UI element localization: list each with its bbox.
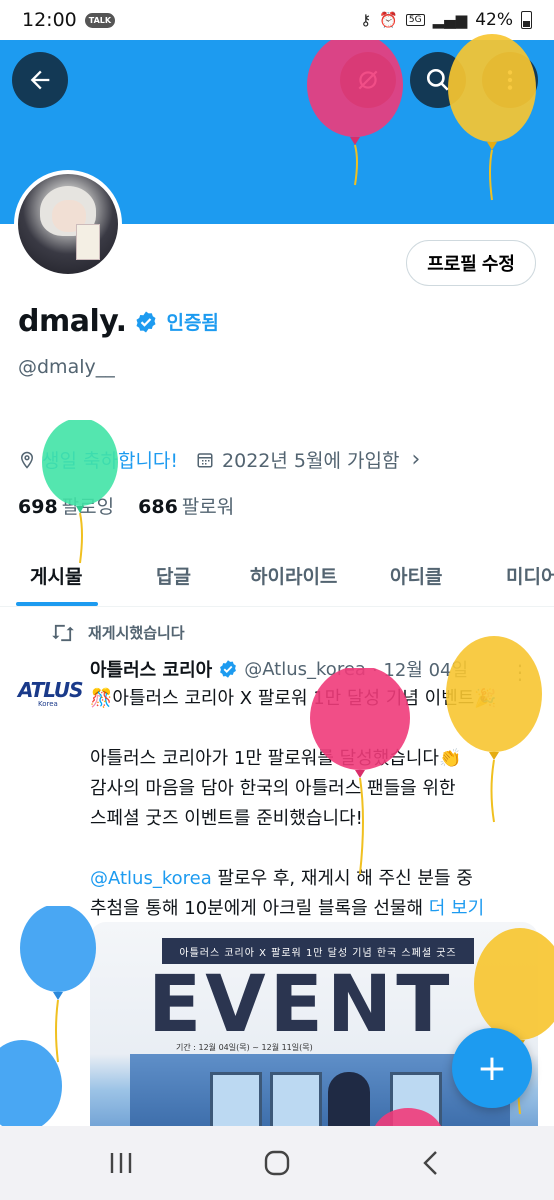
recent-apps-button[interactable]: [96, 1140, 146, 1186]
repost-icon: [52, 624, 74, 641]
edit-profile-button[interactable]: 프로필 수정: [406, 240, 536, 286]
tweet-author-name[interactable]: 아틀러스 코리아: [90, 656, 212, 682]
tweet-line-text: 추첨을 통해 10분에게 아크릴 블록을 선물해: [90, 898, 424, 919]
alarm-icon: ⏰: [379, 11, 398, 29]
back-chevron-icon: [423, 1151, 437, 1175]
system-navigation-bar: [0, 1126, 554, 1200]
tab-highlights[interactable]: 하이라이트: [250, 562, 337, 589]
battery-icon: [521, 11, 532, 29]
tab-posts[interactable]: 게시물: [30, 562, 82, 589]
network-type-icon: 5G: [405, 14, 425, 26]
location-pin-icon: [20, 451, 34, 469]
media-event-title: EVENT: [148, 960, 454, 1050]
tab-articles[interactable]: 아티클: [390, 562, 442, 589]
balloon-yellow-decoration: [446, 636, 542, 823]
tab-replies[interactable]: 답글: [156, 562, 191, 589]
verified-badge-icon[interactable]: [134, 310, 158, 334]
joined-date: 2022년 5월에 가입함: [222, 450, 400, 472]
balloon-pink-decoration: [307, 40, 403, 186]
followers-label: 팔로워: [181, 496, 235, 518]
compose-post-button[interactable]: +: [452, 1028, 532, 1108]
arrow-left-icon: [30, 70, 50, 90]
home-icon: [264, 1150, 290, 1176]
display-name: dmaly.: [18, 304, 127, 339]
balloon-yellow-decoration: [448, 34, 536, 201]
profile-handle: @dmaly__: [18, 356, 115, 378]
balloon-green-decoration: [42, 420, 118, 564]
repost-label: 재게시했습니다: [88, 624, 185, 642]
verified-label[interactable]: 인증됨: [166, 308, 218, 335]
battery-percent: 42%: [475, 10, 513, 30]
media-period: 기간 : 12월 04일(목) ~ 12월 11일(목): [176, 1043, 313, 1052]
followers-stat[interactable]: 686 팔로워: [138, 492, 234, 519]
repost-indicator: 재게시했습니다: [52, 622, 185, 643]
chevron-right-icon[interactable]: ›: [411, 447, 420, 472]
balloon-blue-decoration: [0, 1040, 62, 1126]
name-row: dmaly. 인증됨: [18, 304, 219, 339]
talk-notification-icon: TALK: [84, 12, 116, 28]
avatar-drink-box: [76, 224, 100, 260]
calendar-icon: [197, 452, 213, 467]
recent-apps-icon: [110, 1153, 132, 1173]
tab-media[interactable]: 미디어: [506, 562, 554, 589]
signal-icon: ▂▄▆: [432, 11, 468, 29]
home-button[interactable]: [252, 1140, 302, 1186]
tweet-author-avatar-sub: Korea: [38, 700, 58, 708]
back-nav-button[interactable]: [406, 1140, 456, 1186]
balloon-pink-decoration: [375, 1108, 441, 1126]
avatar[interactable]: [14, 170, 122, 278]
active-tab-indicator: [16, 602, 98, 606]
tweet-mention-link[interactable]: @Atlus_korea: [90, 868, 212, 889]
key-icon: ⚷: [360, 11, 372, 29]
tweet-line: 추첨을 통해 10분에게 아크릴 블록을 선물해 더 보기: [90, 894, 540, 924]
show-more-link[interactable]: 더 보기: [429, 898, 484, 919]
back-button[interactable]: [12, 52, 68, 108]
status-time: 12:00: [22, 9, 77, 31]
verified-badge-icon: [220, 660, 237, 678]
balloon-pink-decoration: [310, 668, 410, 875]
followers-count: 686: [138, 496, 178, 518]
